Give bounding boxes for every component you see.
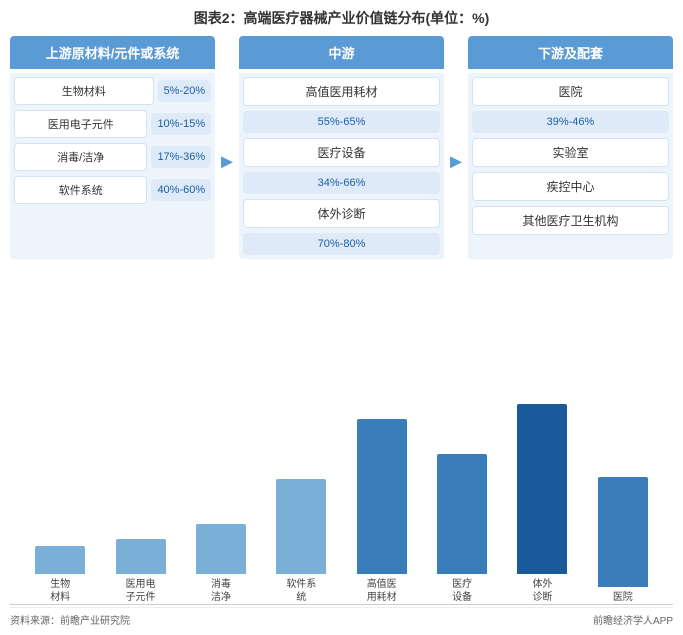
bar-group-4: 高值医 用耗材 xyxy=(347,419,417,604)
bar-chart-area: 生物 材料 医用电 子元件 消毒 洁净 软件系 统 高值医 用耗材 医疗 设备 体外 诊断医… xyxy=(10,269,673,605)
upstream-items: 生物材料 5%-20% 医用电子元件 10%-15% 消毒/洁净 17%-36%… xyxy=(10,73,215,259)
bar-label-1: 医用电 子元件 xyxy=(126,578,156,604)
upstream-name-4: 软件系统 xyxy=(14,176,147,204)
brand-label: 前瞻经济学人APP xyxy=(593,612,673,627)
bar-label-0: 生物 材料 xyxy=(50,578,70,604)
down-item-3: 疾控中心 xyxy=(472,172,669,201)
mid-val-3: 70%-80% xyxy=(243,233,440,255)
bar-0 xyxy=(35,546,85,574)
upstream-name-1: 生物材料 xyxy=(14,77,154,105)
chart-title: 图表2：高端医疗器械产业价值链分布(单位：%) xyxy=(10,8,673,28)
upstream-row-1: 生物材料 5%-20% xyxy=(14,77,211,105)
down-val-1: 39%-46% xyxy=(472,111,669,133)
bar-label-7: 医院 xyxy=(613,591,633,604)
down-item-1: 医院 xyxy=(472,77,669,106)
upstream-val-1: 5%-20% xyxy=(158,80,212,102)
bar-group-7: 医院 xyxy=(588,477,658,604)
upstream-name-3: 消毒/洁净 xyxy=(14,143,147,171)
arrow-1: ► xyxy=(215,66,239,259)
bar-5 xyxy=(437,454,487,574)
bar-group-2: 消毒 洁净 xyxy=(186,524,256,604)
upstream-header: 上游原材料/元件或系统 xyxy=(10,36,215,69)
midstream-header: 中游 xyxy=(239,36,444,69)
upstream-col: 上游原材料/元件或系统 生物材料 5%-20% 医用电子元件 10%-15% 消… xyxy=(10,36,215,259)
value-chain: 上游原材料/元件或系统 生物材料 5%-20% 医用电子元件 10%-15% 消… xyxy=(10,36,673,259)
bar-label-5: 医疗 设备 xyxy=(452,578,472,604)
bar-chart-section: 生物 材料 医用电 子元件 消毒 洁净 软件系 统 高值医 用耗材 医疗 设备 体外 诊断医… xyxy=(10,269,673,605)
upstream-val-2: 10%-15% xyxy=(151,113,211,135)
mid-cat-1: 高值医用耗材 xyxy=(243,77,440,106)
down-item-4: 其他医疗卫生机构 xyxy=(472,206,669,235)
bar-3 xyxy=(276,479,326,574)
upstream-val-4: 40%-60% xyxy=(151,179,211,201)
main-container: 图表2：高端医疗器械产业价值链分布(单位：%) 上游原材料/元件或系统 生物材料… xyxy=(0,0,683,635)
mid-val-1: 55%-65% xyxy=(243,111,440,133)
bar-group-6: 体外 诊断 xyxy=(507,404,577,604)
bar-group-0: 生物 材料 xyxy=(25,546,95,604)
bar-group-3: 软件系 统 xyxy=(266,479,336,604)
source-label: 资料来源：前瞻产业研究院 xyxy=(10,612,130,627)
arrow-2: ► xyxy=(444,66,468,259)
bar-label-4: 高值医 用耗材 xyxy=(367,578,397,604)
bar-label-6: 体外 诊断 xyxy=(532,578,552,604)
bar-6 xyxy=(517,404,567,574)
downstream-col: 下游及配套 医院 39%-46% 实验室 疾控中心 其他医疗卫生机构 xyxy=(468,36,673,259)
bar-7 xyxy=(598,477,648,587)
mid-cat-3: 体外诊断 xyxy=(243,199,440,228)
upstream-row-3: 消毒/洁净 17%-36% xyxy=(14,143,211,171)
upstream-row-4: 软件系统 40%-60% xyxy=(14,176,211,204)
bar-2 xyxy=(196,524,246,574)
midstream-col: 中游 高值医用耗材 55%-65% 医疗设备 34%-66% 体外诊断 70%-… xyxy=(239,36,444,259)
upstream-val-3: 17%-36% xyxy=(151,146,211,168)
mid-val-2: 34%-66% xyxy=(243,172,440,194)
down-item-2: 实验室 xyxy=(472,138,669,167)
upstream-row-2: 医用电子元件 10%-15% xyxy=(14,110,211,138)
bar-group-1: 医用电 子元件 xyxy=(106,539,176,604)
downstream-header: 下游及配套 xyxy=(468,36,673,69)
footer: 资料来源：前瞻产业研究院 前瞻经济学人APP xyxy=(10,607,673,629)
downstream-items: 医院 39%-46% 实验室 疾控中心 其他医疗卫生机构 xyxy=(468,73,673,259)
bar-group-5: 医疗 设备 xyxy=(427,454,497,604)
bar-label-3: 软件系 统 xyxy=(286,578,316,604)
bar-label-2: 消毒 洁净 xyxy=(211,578,231,604)
upstream-name-2: 医用电子元件 xyxy=(14,110,147,138)
mid-cat-2: 医疗设备 xyxy=(243,138,440,167)
mid-items: 高值医用耗材 55%-65% 医疗设备 34%-66% 体外诊断 70%-80% xyxy=(239,73,444,259)
bar-1 xyxy=(116,539,166,574)
bar-4 xyxy=(357,419,407,574)
